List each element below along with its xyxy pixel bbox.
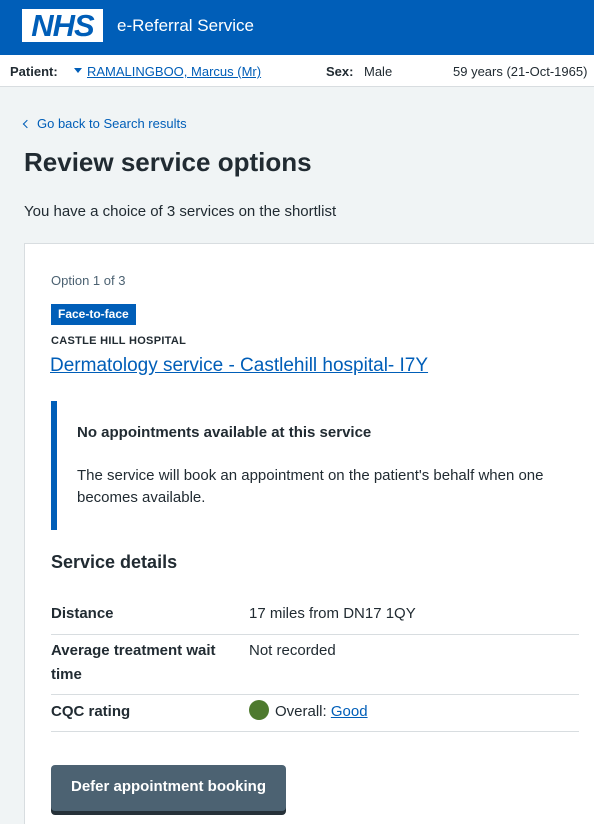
nhs-logo[interactable]: NHS — [22, 9, 103, 42]
option-counter: Option 1 of 3 — [51, 273, 126, 288]
detail-key: Average treatment wait time — [51, 642, 216, 683]
shortlist-summary: You have a choice of 3 services on the s… — [24, 203, 337, 220]
cqc-prefix: Overall: — [275, 703, 327, 720]
service-details-heading: Service details — [51, 552, 178, 572]
availability-title: No appointments available at this servic… — [77, 424, 372, 441]
detail-value: 17 miles from DN17 1QY — [249, 605, 416, 622]
cqc-status-dot-icon — [249, 700, 269, 721]
sex-value: Male — [364, 64, 393, 79]
detail-key: CQC rating — [51, 703, 131, 720]
defer-booking-button[interactable]: Defer appointment booking — [51, 765, 286, 811]
detail-row-cqc: CQC rating Overall: Good — [51, 700, 579, 732]
cqc-rating-link[interactable]: Good — [331, 703, 368, 720]
patient-label: Patient: — [10, 64, 58, 79]
patient-name-link[interactable]: RAMALINGBOO, Marcus (Mr) — [87, 64, 261, 79]
expand-triangle-icon[interactable] — [74, 68, 82, 73]
back-link-label: Go back to Search results — [37, 116, 187, 131]
detail-row-distance: Distance 17 miles from DN17 1QY — [51, 602, 579, 635]
page-title: Review service options — [24, 147, 312, 177]
patient-age: 59 years (21-Oct-1965) — [453, 64, 588, 79]
hospital-name: CASTLE HILL HOSPITAL — [51, 335, 187, 347]
chevron-left-icon — [22, 119, 32, 129]
appointment-type-tag: Face-to-face — [51, 304, 136, 325]
detail-value: Not recorded — [249, 642, 336, 659]
service-option-card — [24, 243, 594, 824]
service-name-link[interactable]: Dermatology service - Castlehill hospita… — [50, 354, 428, 378]
availability-message: The service will book an appointment on … — [77, 467, 544, 506]
nhs-logo-text: NHS — [31, 8, 94, 43]
detail-row-wait-time: Average treatment wait time Not recorded — [51, 639, 579, 695]
site-header: NHS e-Referral Service — [0, 0, 594, 55]
back-link[interactable]: Go back to Search results — [22, 116, 187, 131]
detail-value: Overall: Good — [249, 700, 368, 724]
service-name: e-Referral Service — [117, 16, 254, 35]
detail-key: Distance — [51, 605, 114, 622]
patient-banner: Patient: RAMALINGBOO, Marcus (Mr) Sex: M… — [0, 55, 594, 87]
sex-label: Sex: — [326, 64, 354, 79]
